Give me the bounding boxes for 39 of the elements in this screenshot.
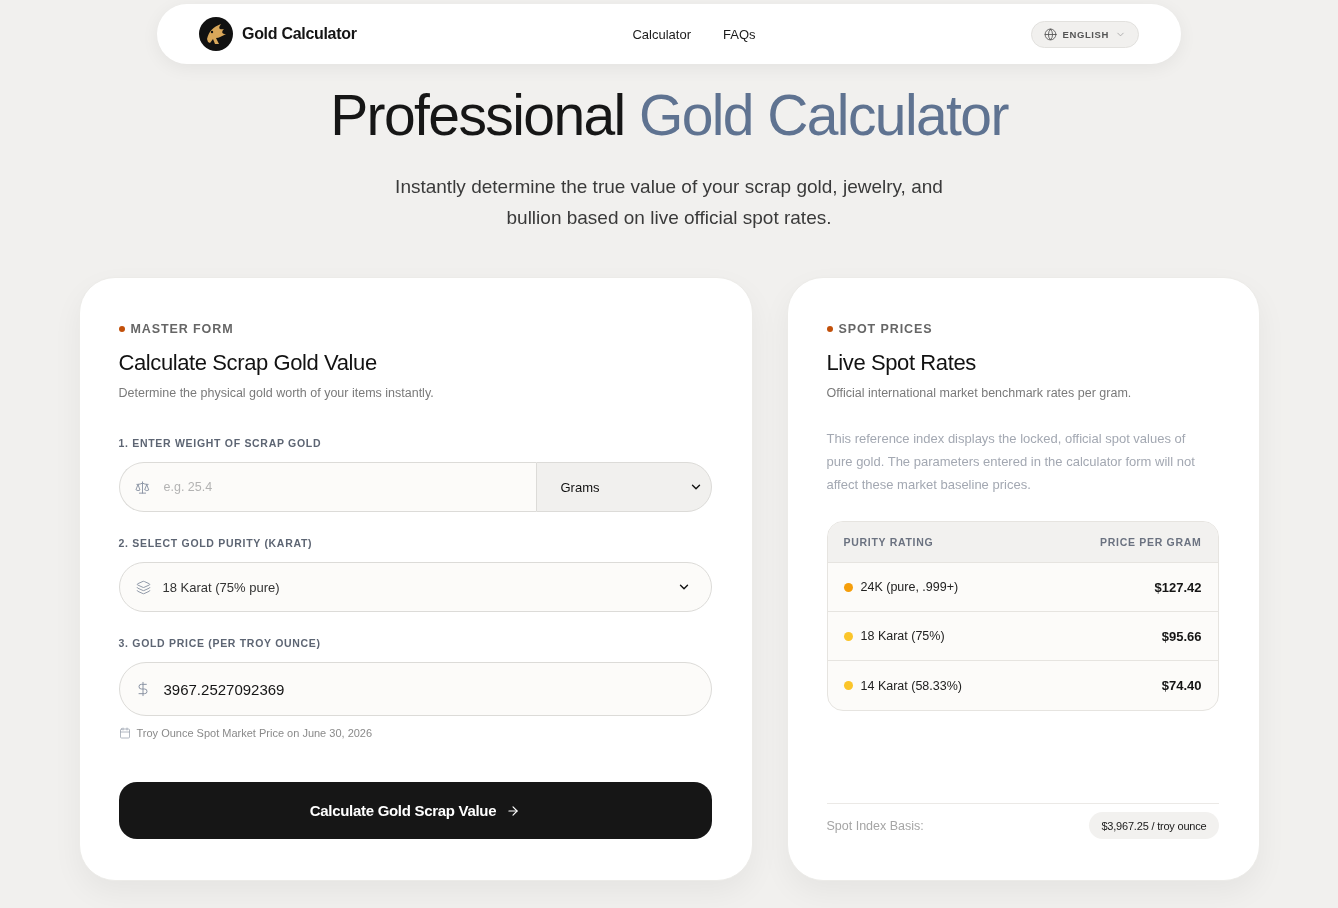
page-title: Professional Gold Calculator bbox=[330, 84, 1008, 147]
price-cell: $74.40 bbox=[1161, 678, 1202, 693]
purity-cell: 24K (pure, .999+) bbox=[860, 580, 959, 594]
card-description: Determine the physical gold worth of your items instantly. bbox=[118, 385, 435, 402]
card-description: Official international market benchmark rates per gram. bbox=[826, 385, 1133, 402]
section-label: MASTER FORM bbox=[130, 322, 234, 336]
section-label: SPOT PRICES bbox=[838, 322, 933, 336]
weight-input[interactable]: e.g. 25.4 bbox=[118, 462, 536, 512]
unit-select[interactable]: Grams bbox=[535, 462, 712, 512]
price-hint: Troy Ounce Spot Market Price on June 30, 2026 bbox=[136, 726, 373, 740]
nav-link[interactable]: Calculator bbox=[632, 26, 691, 42]
calendar-icon bbox=[118, 727, 131, 739]
dot-icon bbox=[826, 326, 833, 332]
field-label: 3. GOLD PRICE (PER TROY OUNCE) bbox=[118, 636, 322, 650]
globe-icon bbox=[1043, 27, 1057, 41]
card-title: Calculate Scrap Gold Value bbox=[118, 349, 378, 377]
card-title: Live Spot Rates bbox=[826, 349, 977, 377]
language-button[interactable]: ENGLISH bbox=[1030, 20, 1139, 48]
scale-icon bbox=[134, 479, 150, 495]
field-label: 1. ENTER WEIGHT OF SCRAP GOLD bbox=[118, 436, 323, 450]
reference-note: This reference index displays the locked, official spot values of pure gold. The parameters entered in the calculator form will not affect these market baseline prices. bbox=[826, 430, 1196, 494]
price-input[interactable]: 3967.2527092369 bbox=[118, 662, 712, 716]
purity-cell: 18 Karat (75%) bbox=[860, 629, 945, 643]
purity-select[interactable]: 18 Karat (75% pure) bbox=[118, 562, 712, 612]
logo-icon bbox=[199, 17, 233, 51]
nav-link[interactable]: FAQs bbox=[723, 26, 756, 42]
brand-name: Gold Calculator bbox=[242, 25, 357, 43]
field-label: 2. SELECT GOLD PURITY (KARAT) bbox=[118, 536, 314, 550]
calculate-button[interactable]: Calculate Gold Scrap Value bbox=[118, 782, 712, 839]
purity-cell: 14 Karat (58.33%) bbox=[860, 678, 962, 693]
price-cell: $127.42 bbox=[1154, 579, 1202, 595]
column-header: PURITY RATING bbox=[843, 536, 934, 548]
column-header: PRICE PER GRAM bbox=[1100, 536, 1202, 548]
dot-icon bbox=[118, 326, 125, 332]
price-cell: $95.66 bbox=[1161, 628, 1202, 644]
layers-icon bbox=[135, 579, 151, 595]
page-subtitle: Instantly determine the true value of your scrap gold, jewelry, and bullion based on live official spot rates. bbox=[394, 175, 944, 230]
index-basis-label: Spot Index Basis: bbox=[826, 818, 924, 833]
index-basis-pill: $3,967.25 / troy ounce bbox=[1089, 812, 1219, 839]
